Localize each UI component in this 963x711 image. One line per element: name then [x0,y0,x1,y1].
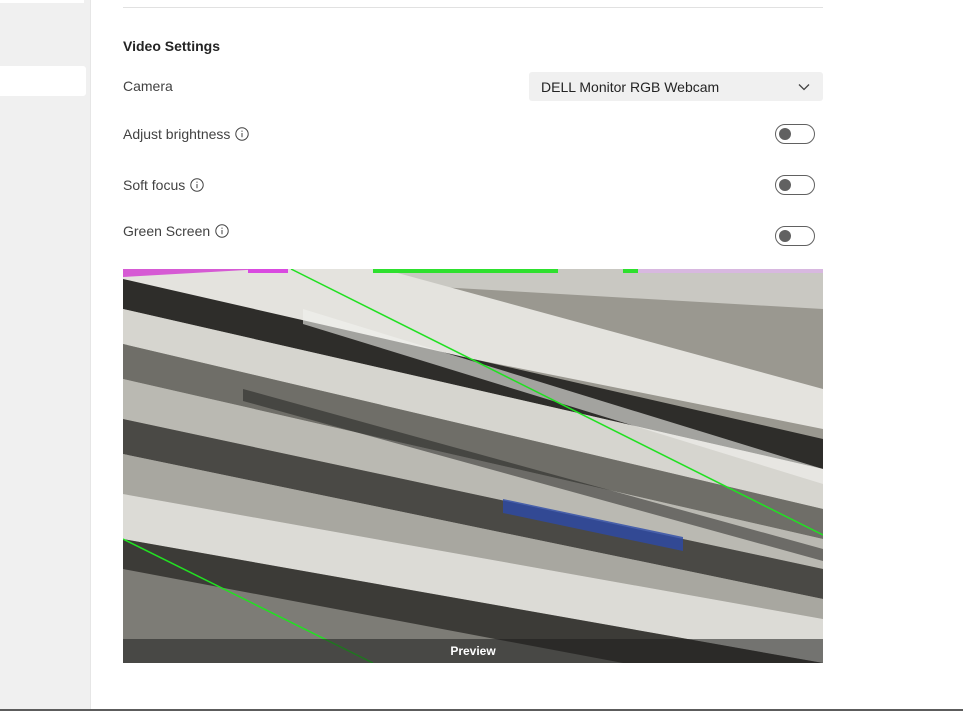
toggle-knob [779,230,791,242]
nav-item-top[interactable] [0,0,84,3]
settings-content: Video Settings Camera DELL Monitor RGB W… [91,0,963,711]
camera-dropdown-value: DELL Monitor RGB Webcam [541,78,720,95]
green-screen-toggle[interactable] [775,226,815,246]
camera-dropdown[interactable]: DELL Monitor RGB Webcam [529,72,823,101]
camera-preview: Preview [123,269,823,663]
adjust-brightness-label: Adjust brightness [123,126,250,142]
chevron-down-icon [798,83,810,90]
info-icon[interactable] [215,224,229,238]
green-screen-label-text: Green Screen [123,223,211,239]
soft-focus-label: Soft focus [123,177,204,193]
preview-caption-bar: Preview [123,639,823,663]
toggle-knob [779,128,791,140]
camera-preview-image [123,269,823,663]
left-navigation-pane [0,0,91,711]
green-screen-label: Green Screen [123,223,229,239]
camera-label-text: Camera [123,78,173,94]
section-divider [123,7,823,8]
section-title: Video Settings [123,38,220,54]
info-icon[interactable] [235,127,250,141]
info-icon[interactable] [190,178,204,192]
nav-item-selected[interactable] [0,66,86,96]
toggle-knob [779,179,791,191]
soft-focus-toggle[interactable] [775,175,815,195]
soft-focus-label-text: Soft focus [123,177,186,193]
adjust-brightness-label-text: Adjust brightness [123,126,231,142]
adjust-brightness-toggle[interactable] [775,124,815,144]
preview-label: Preview [450,644,496,658]
camera-label: Camera [123,78,173,94]
